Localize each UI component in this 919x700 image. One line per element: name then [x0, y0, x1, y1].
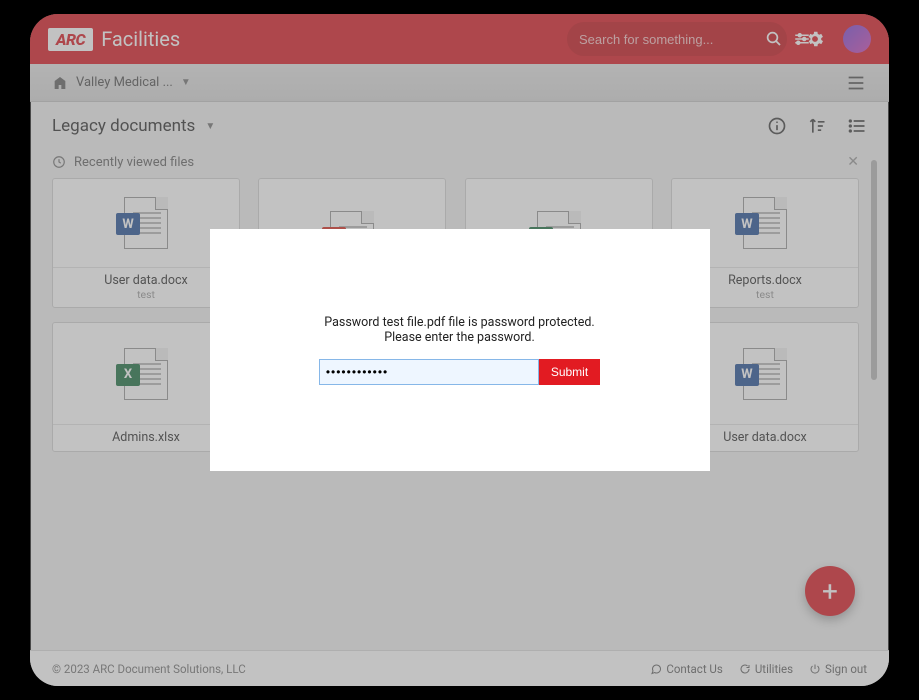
app-frame: ARC Facilities Valley Medical ... [30, 14, 889, 686]
password-input[interactable] [319, 359, 539, 385]
modal-overlay[interactable]: Password test file.pdf file is password … [30, 14, 889, 686]
password-modal: Password test file.pdf file is password … [210, 229, 710, 471]
submit-button[interactable]: Submit [539, 359, 600, 385]
modal-message: Password test file.pdf file is password … [310, 315, 610, 345]
